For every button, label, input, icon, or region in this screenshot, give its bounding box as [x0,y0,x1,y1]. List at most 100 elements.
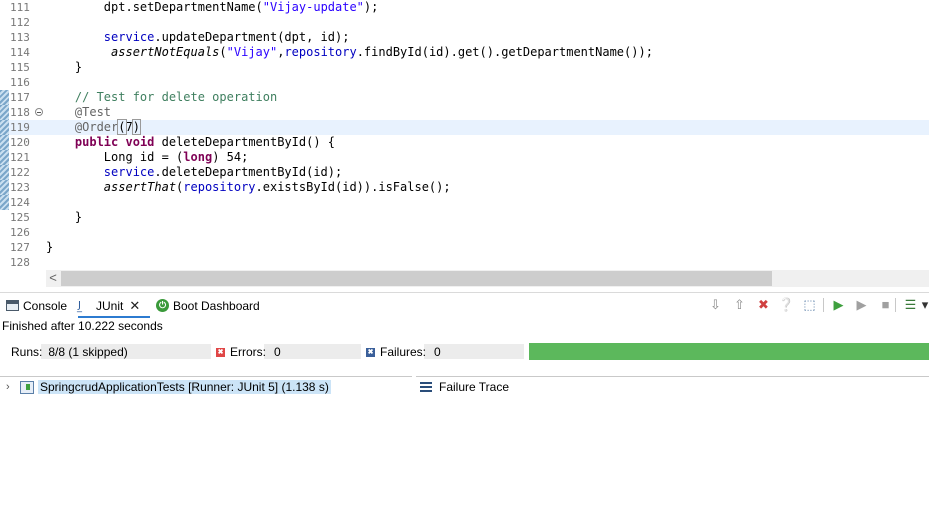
tab-console-label: Console [23,298,68,313]
quick-diff-marker [0,90,9,105]
close-icon[interactable]: ✕ [129,298,140,314]
code-token: // Test for delete operation [74,90,278,104]
chevron-right-icon[interactable]: › [6,381,16,393]
code-line[interactable]: 120 public void deleteDepartmentById() { [0,135,929,150]
code-token: assertNotEquals [111,45,220,59]
line-number: 117 [10,91,30,104]
failures-label: Failures: [380,345,427,359]
code-line[interactable]: 118 @Test [0,105,929,120]
line-number: 116 [10,76,30,89]
show-skipped-icon[interactable]: ❔ [778,296,795,313]
previous-failure-icon[interactable]: ⇧ [731,296,748,313]
tab-junit[interactable]: J̲ JUnit ✕ [78,293,140,318]
code-line[interactable]: 116 [0,75,929,90]
quick-diff-marker [0,240,9,255]
runs-value: 8/8 (1 skipped) [48,345,128,359]
code-line[interactable]: 125 } [0,210,929,225]
trace-divider [416,376,929,377]
tree-divider [0,376,412,377]
tab-boot-dashboard[interactable]: ⏻ Boot Dashboard [156,293,260,318]
code-line[interactable]: 124 [0,195,929,210]
line-number: 125 [10,211,30,224]
line-number: 120 [10,136,30,149]
code-token: ( [219,45,227,59]
runs-counter: Runs: 8/8 (1 skipped) [11,343,128,361]
spring-boot-icon: ⏻ [156,299,169,312]
line-number: 112 [10,16,30,29]
failure-icon: ✖ [366,347,375,357]
code-text: } [46,60,82,75]
code-token: .existsById(id)).isFalse(); [255,180,451,194]
code-line[interactable]: 122 service.deleteDepartmentById(id); [0,165,929,180]
code-token: } [46,60,83,74]
quick-diff-marker [0,0,9,15]
line-number: 123 [10,181,30,194]
quick-diff-marker [0,45,9,60]
code-text: dpt.setDepartmentName("Vijay-update"); [46,0,379,15]
view-menu-icon[interactable]: ▾ [921,296,929,313]
next-failure-icon[interactable]: ⇩ [707,296,724,313]
line-number: 115 [10,61,30,74]
rerun-test-icon[interactable]: ▶ [830,296,847,313]
line-number: 114 [10,46,30,59]
scrollbar-thumb[interactable] [61,271,772,286]
tab-junit-label: JUnit [96,298,124,313]
fold-collapse-icon[interactable] [35,108,43,116]
toolbar-separator [895,298,896,312]
code-line[interactable]: 112 [0,15,929,30]
tab-boot-dashboard-label: Boot Dashboard [173,298,260,313]
failure-trace-label: Failure Trace [439,380,510,394]
code-line[interactable]: 121 Long id = (long) 54; [0,150,929,165]
line-number: 127 [10,241,30,254]
code-line[interactable]: 128 [0,255,929,270]
line-number: 128 [10,256,30,269]
code-line[interactable]: 123 assertThat(repository.existsById(id)… [0,180,929,195]
code-line[interactable]: 114 assertNotEquals("Vijay",repository.f… [0,45,929,60]
code-token: .updateDepartment(dpt, id); [154,30,350,44]
line-number: 111 [10,1,30,14]
scroll-lock-icon[interactable]: ⬚ [801,296,818,313]
show-failures-only-icon[interactable]: ✖ [755,296,772,313]
code-token: ( [117,119,127,135]
horizontal-scrollbar[interactable]: < [46,270,929,287]
code-token: @Test [74,105,112,119]
scroll-left-icon[interactable]: < [46,270,60,287]
code-token: public [74,135,119,149]
failures-value: 0 [434,345,441,359]
code-token: repository [183,180,256,194]
test-tree-item[interactable]: › SpringcrudApplicationTests [Runner: JU… [6,379,331,395]
stop-icon[interactable]: ■ [877,296,894,313]
code-line[interactable]: 115 } [0,60,929,75]
code-line[interactable]: 127} [0,240,929,255]
code-text: service.deleteDepartmentById(id); [46,165,342,180]
code-line[interactable]: 126 [0,225,929,240]
errors-value: 0 [274,345,281,359]
code-token: .setDepartmentName( [125,0,263,14]
code-text: service.updateDepartment(dpt, id); [46,30,350,45]
code-token: long [183,150,213,164]
test-progress-bar [529,343,929,360]
code-text: // Test for delete operation [46,90,277,105]
code-text: Long id = (long) 54; [46,150,249,165]
errors-label: Errors: [230,345,266,359]
rerun-failures-icon[interactable]: ▶ [853,296,870,313]
test-history-icon[interactable]: ☰ [902,296,919,313]
code-token: } [46,240,54,254]
code-editor[interactable]: 111 dpt.setDepartmentName("Vijay-update"… [0,0,929,270]
progress-fill [529,343,929,360]
test-suite-label: SpringcrudApplicationTests [Runner: JUni… [38,380,331,394]
code-line[interactable]: 113 service.updateDepartment(dpt, id); [0,30,929,45]
tab-console[interactable]: Console [6,293,67,318]
code-line[interactable]: 111 dpt.setDepartmentName("Vijay-update"… [0,0,929,15]
code-token: .findById(id).get().getDepartmentName())… [356,45,653,59]
line-number: 121 [10,151,30,164]
code-line[interactable]: 117 // Test for delete operation [0,90,929,105]
quick-diff-marker [0,105,9,120]
code-line[interactable]: 119 @Order(7) [0,119,929,135]
failure-trace-icon [420,382,432,392]
code-token: ) [131,119,142,135]
